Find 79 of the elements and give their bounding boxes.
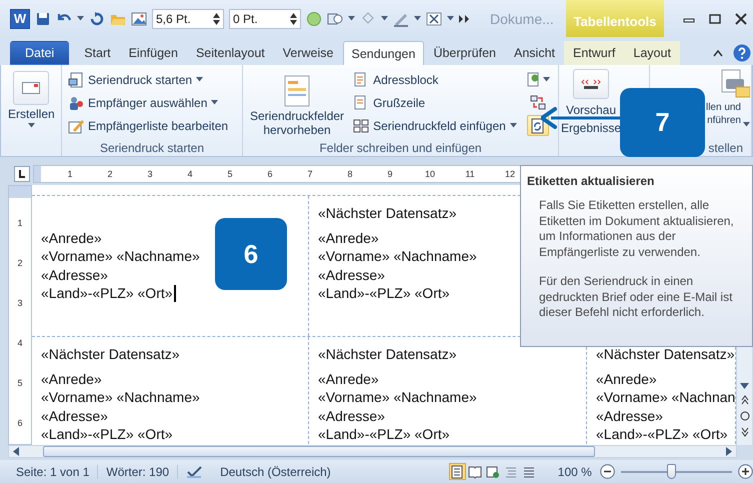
vertical-ruler[interactable]: 1 2 3 4 5 6 [8,185,32,445]
ruler-number: 4 [17,338,22,348]
ruler-number: 4 [186,169,194,179]
merge-field: «Vorname» «Nachname» [318,388,477,406]
ribbon-button[interactable]: Seriendruck starten [66,69,230,90]
ruler-number: 11 [464,169,476,179]
merge-field: «Land»-«PLZ» «Ort» [596,425,728,444]
ruler-number: 6 [266,169,274,179]
merge-field: «Anrede» [41,228,102,247]
finish-button[interactable]: llen und nführen [706,69,750,139]
ribbon-tab[interactable]: Einfügen [120,41,187,65]
ribbon-button[interactable]: Empfängerliste bearbeiten [66,115,230,136]
step-number: 6 [215,218,287,290]
highlight-fields-button[interactable]: Seriendruckfelder hervorheben [247,69,348,139]
page-count[interactable]: Seite: 1 von 1 [8,464,98,478]
merge-field: «Land»-«PLZ» «Ort» [41,284,173,302]
merge-field: «Vorname» «Nachname» [41,388,200,406]
merge-field: «Land»-«PLZ» «Ort» [41,425,173,444]
group-label: stellen [708,140,743,154]
language-status[interactable]: Deutsch (Österreich) [212,464,339,478]
merge-field: «Adresse» [596,406,663,425]
ribbon-tab[interactable]: Seitenlayout [186,41,274,65]
ruler-number: 3 [17,298,22,308]
create-button[interactable]: Erstellen [5,69,58,139]
ruler-number: 9 [386,169,394,179]
merge-field: «Land»-«PLZ» «Ort» [318,284,450,302]
tooltip-text: Für den Seriendruck in einen gedruckten Brief oder eine E-Mail ist dieser Befehl nicht erforderlich. [539,274,734,320]
merge-field: «Anrede» [596,370,657,388]
ruler-number: 7 [306,169,314,179]
merge-field: «Nächster Datensatz» [318,346,457,362]
ruler-number: 1 [17,218,22,228]
ribbon-tab[interactable]: Überprüfen [424,41,505,65]
ribbon-button[interactable]: Empfänger auswählen [66,92,230,113]
ribbon-button[interactable]: Adressblock [351,69,524,90]
ribbon-tab[interactable]: Entwurf [564,41,624,65]
merge-field: «Adresse» [41,266,108,284]
ruler-number: 10 [424,169,436,179]
merge-field: «Anrede» [41,370,102,388]
ribbon-tab[interactable]: Ansicht [505,41,564,65]
merge-field: «Nächster Datensatz» [41,346,180,362]
ruler-number: 12 [504,169,516,179]
merge-field: «Anrede» [318,370,379,388]
ribbon-tab[interactable]: Start [75,41,120,65]
merge-field: «Adresse» [41,406,108,425]
merge-field: «Vorname» «Nachnan [596,388,735,406]
ribbon-tab[interactable]: Layout [624,41,680,65]
group-label: Felder schreiben und einfügen [319,140,482,154]
merge-field: «Nächster Datensatz» [318,205,457,221]
app-logo[interactable]: W [10,8,30,28]
merge-field: «Adresse» [318,406,385,425]
merge-field: «Vorname» «Nachname» [41,247,200,266]
merge-field: «Vorname» «Nachname» [318,247,477,266]
ribbon-tab[interactable]: Datei [10,41,70,65]
ruler-number: 3 [146,169,154,179]
ribbon-button[interactable]: Seriendruckfeld einfügen [351,115,524,136]
group-label: Seriendruck starten [100,140,204,154]
ruler-number: 5 [226,169,234,179]
zoom-level[interactable]: 100 % [550,464,600,478]
preview-button[interactable]: Vorschau Ergebnisse [561,69,622,139]
size-field[interactable]: 5,6 Pt. [152,8,224,28]
step-number: 7 [620,88,705,157]
document-title: Dokume... [490,10,554,26]
ruler-number: 2 [17,258,22,268]
merge-field: «Nächster Datensatz» [596,346,735,362]
ruler-number: 1 [66,169,74,179]
ruler-number: 8 [346,169,354,179]
ribbon-tab[interactable]: Sendungen [342,41,424,65]
size-field[interactable]: 0 Pt. [229,8,301,28]
word-count[interactable]: Wörter: 190 [98,464,178,478]
merge-field: «Land»-«PLZ» «Ort» [318,425,450,444]
ribbon-tab[interactable]: Verweise [274,41,342,65]
ruler-number: 6 [17,418,22,428]
ruler-number: 2 [106,169,114,179]
ruler-number: 5 [17,378,22,388]
tooltip-text: Falls Sie Etiketten erstellen, alle Etiketten im Dokument aktualisieren, um Informationen aus der Empfängerliste zu verwenden. [539,198,735,260]
merge-field: «Anrede» [318,228,379,247]
merge-field: «Adresse» [318,266,385,284]
context-tab-header: Tabellentools [566,0,664,37]
ribbon-button[interactable]: Grußzeile [351,92,524,113]
